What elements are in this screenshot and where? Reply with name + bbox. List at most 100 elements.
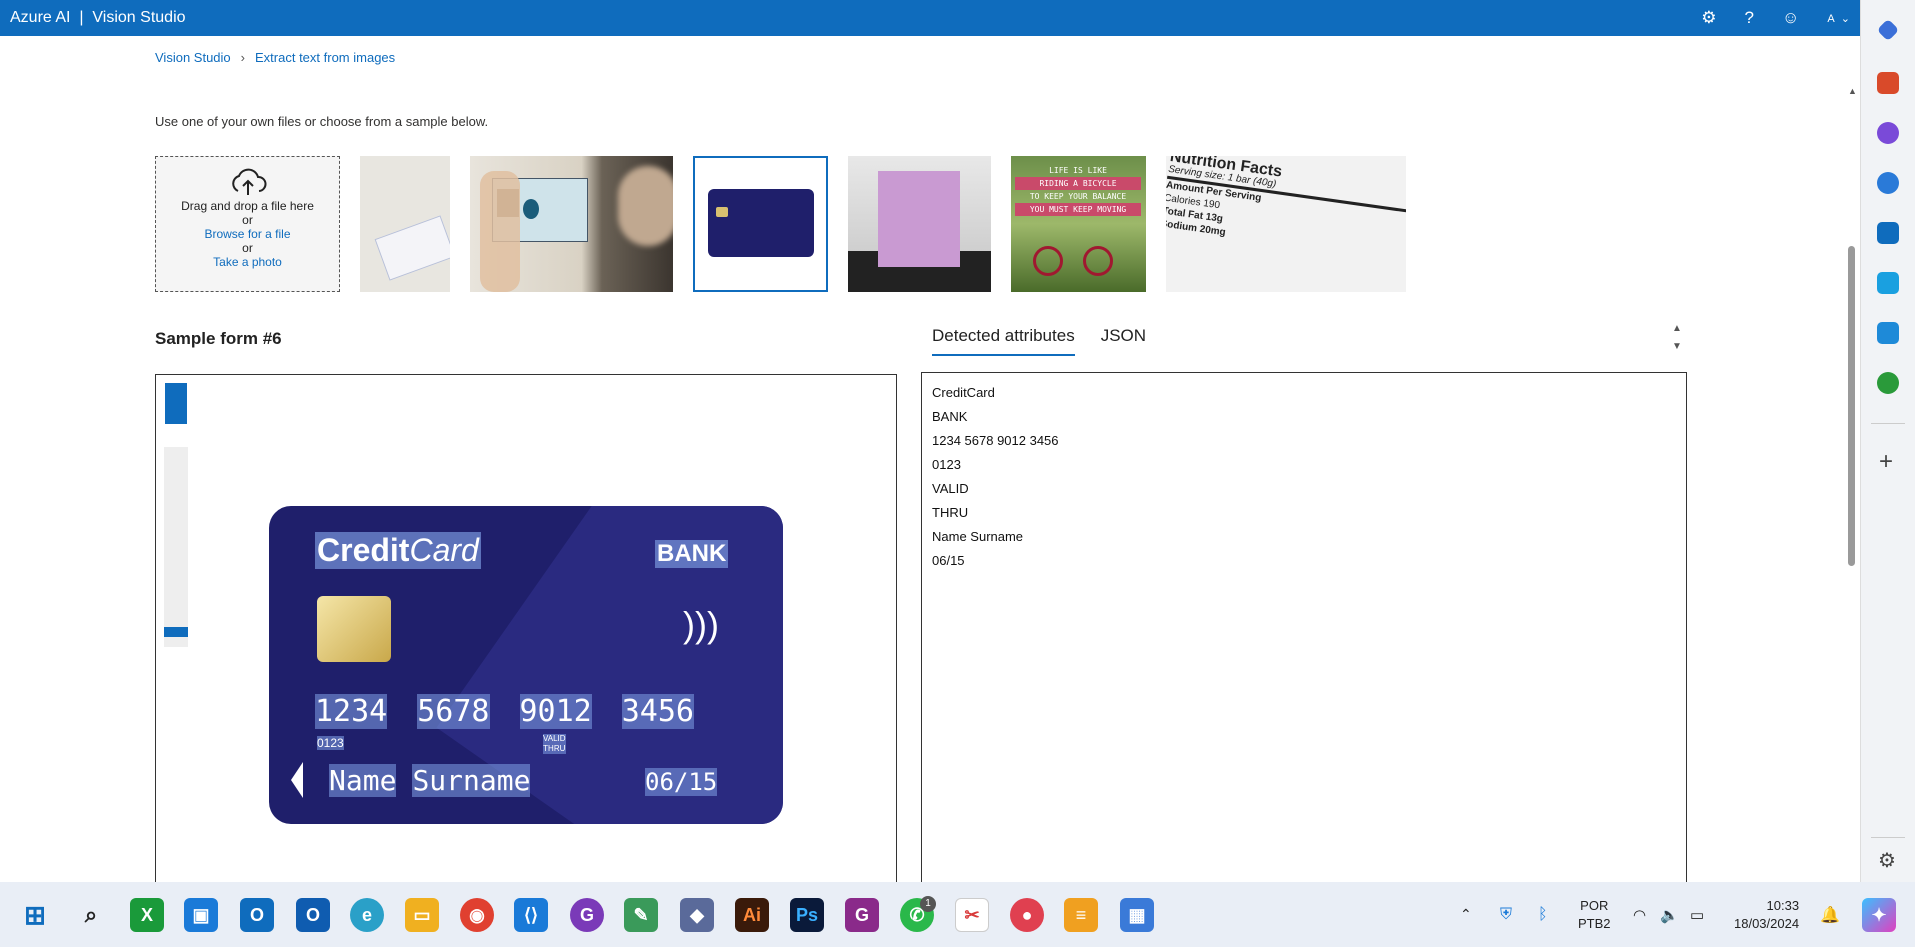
photoshop-icon[interactable]: Ps	[790, 898, 824, 932]
cloud-upload-icon	[231, 168, 266, 195]
contactless-icon: )))	[683, 604, 719, 645]
file-dropzone[interactable]: Drag and drop a file here or Browse for …	[155, 156, 340, 292]
windows-start-icon[interactable]: ⊞	[18, 898, 52, 932]
card-thru: THRU	[543, 744, 566, 753]
settings-icon[interactable]: ⚙	[1701, 8, 1716, 28]
remote-desktop-icon[interactable]: ▦	[1120, 898, 1154, 932]
add-icon[interactable]: +	[1879, 448, 1893, 476]
zoom-out-button[interactable]	[165, 403, 187, 424]
copilot-icon[interactable]	[1877, 172, 1899, 194]
attribute-line: THRU	[932, 505, 969, 520]
app-icon[interactable]: ◆	[680, 898, 714, 932]
result-tabs: Detected attributes JSON	[932, 326, 1146, 356]
file-explorer-icon[interactable]: ▭	[405, 898, 439, 932]
attribute-line: VALID	[932, 481, 969, 496]
clock[interactable]: 10:33 18/03/2024	[1734, 882, 1799, 947]
card-number: 1234 5678 9012 3456	[315, 694, 694, 729]
page-scrollbar[interactable]: ▲ ▼	[1844, 86, 1860, 882]
clock-time: 10:33	[1766, 897, 1800, 913]
card-shape	[374, 215, 450, 281]
mini-card-shape	[708, 189, 814, 257]
card-holder-name: Name Surname	[329, 764, 531, 797]
copilot-taskbar-icon[interactable]: ✦	[1862, 898, 1896, 932]
rail-divider	[1871, 837, 1905, 838]
thumbnail-social-security-card[interactable]	[360, 156, 450, 292]
image-viewer: CreditCard BANK ))) 1234 5678 9012 3456 …	[155, 374, 897, 882]
browse-file-link[interactable]: Browse for a file	[156, 227, 339, 241]
zoom-in-button[interactable]	[165, 383, 187, 404]
outlook-icon[interactable]	[1877, 222, 1899, 244]
store-icon[interactable]: ▣	[184, 898, 218, 932]
attribute-line: BANK	[932, 409, 968, 424]
toolbox-icon[interactable]	[1877, 72, 1899, 94]
breadcrumb-extract-text[interactable]: Extract text from images	[255, 50, 395, 65]
tab-json[interactable]: JSON	[1101, 326, 1146, 356]
credit-card-image: CreditCard BANK ))) 1234 5678 9012 3456 …	[269, 506, 783, 824]
card-brand: CreditCard	[315, 532, 481, 569]
bicycle-wheel-shape	[1033, 246, 1063, 276]
thumbnail-id-card-man[interactable]	[470, 156, 673, 292]
notifications-bell-icon[interactable]: 🔔	[1820, 882, 1840, 947]
defender-icon[interactable]: ⛨	[1500, 882, 1512, 947]
tab-detected-attributes[interactable]: Detected attributes	[932, 326, 1075, 356]
breadcrumb-chevron-icon: ›	[240, 50, 245, 65]
outlook-app-icon[interactable]: O	[240, 898, 274, 932]
chess-icon[interactable]	[1877, 122, 1899, 144]
language-label: POR	[1580, 897, 1609, 913]
tag-icon[interactable]	[1876, 18, 1900, 42]
xbox-icon[interactable]	[1877, 372, 1899, 394]
take-photo-link[interactable]: Take a photo	[156, 255, 339, 269]
chrome-icon[interactable]: ◉	[460, 898, 494, 932]
badge-shape	[523, 199, 539, 219]
poster-line-2: RIDING A BICYCLE	[1015, 177, 1141, 190]
feedback-smiley-icon[interactable]: ☺	[1782, 8, 1799, 28]
zoom-slider-thumb[interactable]	[164, 627, 188, 637]
thumbnail-sticky-note[interactable]	[848, 156, 991, 292]
bluestacks-icon[interactable]: ≡	[1064, 898, 1098, 932]
sticky-note-shape	[878, 171, 960, 267]
breadcrumb-vision-studio[interactable]: Vision Studio	[155, 50, 231, 65]
card-number-group: 1234	[315, 694, 388, 729]
intro-text: Use one of your own files or choose from…	[155, 114, 489, 129]
attribute-line: CreditCard	[932, 385, 995, 400]
help-icon[interactable]: ?	[1745, 8, 1754, 28]
github-icon[interactable]: G	[570, 898, 604, 932]
bicycle-wheel-shape	[1083, 246, 1113, 276]
show-hidden-icons[interactable]: ⌃	[1460, 882, 1472, 947]
card-expiry: 06/15	[645, 768, 718, 796]
battery-icon[interactable]: ▭	[1690, 882, 1704, 947]
pdf-app-icon[interactable]: G	[845, 898, 879, 932]
scroll-thumb[interactable]	[1848, 246, 1855, 566]
thumbnail-credit-card[interactable]	[693, 156, 828, 292]
bing-icon[interactable]	[1877, 322, 1899, 344]
scroll-up-arrow-icon[interactable]: ▲	[1848, 86, 1857, 96]
send-icon[interactable]	[1877, 272, 1899, 294]
illustrator-icon[interactable]: Ai	[735, 898, 769, 932]
wifi-icon[interactable]: ◠	[1633, 882, 1646, 947]
search-icon[interactable]: ⌕	[74, 898, 108, 932]
input-language[interactable]: POR PTB2	[1578, 882, 1611, 947]
xbox-app-icon[interactable]: X	[130, 898, 164, 932]
recorder-icon[interactable]: ●	[1010, 898, 1044, 932]
vscode-icon[interactable]: ⟨⟩	[514, 898, 548, 932]
zoom-slider[interactable]	[164, 447, 188, 647]
sidebar-settings-icon[interactable]: ⚙	[1878, 848, 1896, 873]
card-brand-italic: Card	[409, 532, 479, 568]
pen-tool-icon[interactable]: ✎	[624, 898, 658, 932]
thumbnail-bicycle-poster[interactable]: LIFE IS LIKE RIDING A BICYCLE TO KEEP YO…	[1011, 156, 1146, 292]
thumbnail-nutrition-facts[interactable]: Nutrition Facts Serving size: 1 bar (40g…	[1166, 156, 1406, 292]
browser-sidebar: + ⚙	[1860, 0, 1915, 882]
account-avatar-icon[interactable]: A ⌄	[1827, 12, 1850, 25]
card-valid-thru: VALID THRU	[543, 734, 566, 754]
volume-icon[interactable]: 🔈	[1660, 882, 1679, 947]
app-title: Azure AI | Vision Studio	[10, 9, 186, 26]
outlook-new-icon[interactable]: O	[296, 898, 330, 932]
edge-icon[interactable]: e	[350, 898, 384, 932]
snipping-tool-icon[interactable]: ✂	[955, 898, 989, 932]
main-content: Vision Studio › Extract text from images…	[0, 36, 1860, 882]
panel-scroll-arrows[interactable]: ▲ ▼	[1672, 320, 1682, 356]
card-number-group: 3456	[621, 694, 694, 729]
card-chip-icon	[317, 596, 391, 662]
bluetooth-icon[interactable]: ᛒ	[1538, 882, 1548, 947]
breadcrumb: Vision Studio › Extract text from images	[155, 50, 395, 65]
